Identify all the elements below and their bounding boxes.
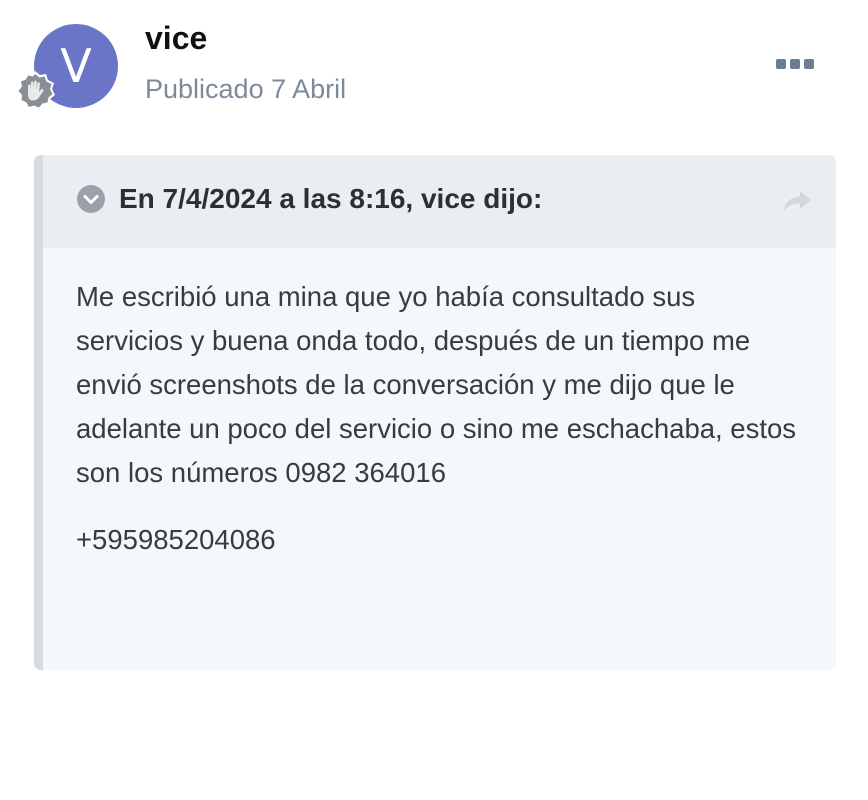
- quote-header: En 7/4/2024 a las 8:16, vice dijo:: [43, 155, 836, 248]
- quote-block: En 7/4/2024 a las 8:16, vice dijo: Me es…: [34, 155, 836, 670]
- quote-phone-number: +595985204086: [76, 524, 276, 555]
- quote-body-text: Me escribió una mina que yo había consul…: [76, 281, 797, 488]
- more-horizontal-icon-dot: [790, 59, 800, 69]
- hand-badge-icon: [15, 71, 55, 111]
- more-options-button[interactable]: [776, 56, 814, 72]
- share-arrow-icon[interactable]: [781, 189, 813, 213]
- quote-text: Me escribió una mina que yo había consul…: [76, 275, 806, 495]
- more-horizontal-icon-dot: [804, 59, 814, 69]
- post-date[interactable]: Publicado 7 Abril: [145, 74, 346, 105]
- more-horizontal-icon-dot: [776, 59, 786, 69]
- quote-citation[interactable]: En 7/4/2024 a las 8:16, vice dijo:: [119, 183, 542, 215]
- post: V vice Publicado 7 Abril En 7/4/2024 a l…: [0, 0, 868, 800]
- author-name[interactable]: vice: [145, 20, 207, 57]
- chevron-down-circle-icon[interactable]: [76, 184, 106, 214]
- avatar-letter: V: [60, 39, 92, 93]
- author-avatar-container[interactable]: V: [15, 24, 118, 111]
